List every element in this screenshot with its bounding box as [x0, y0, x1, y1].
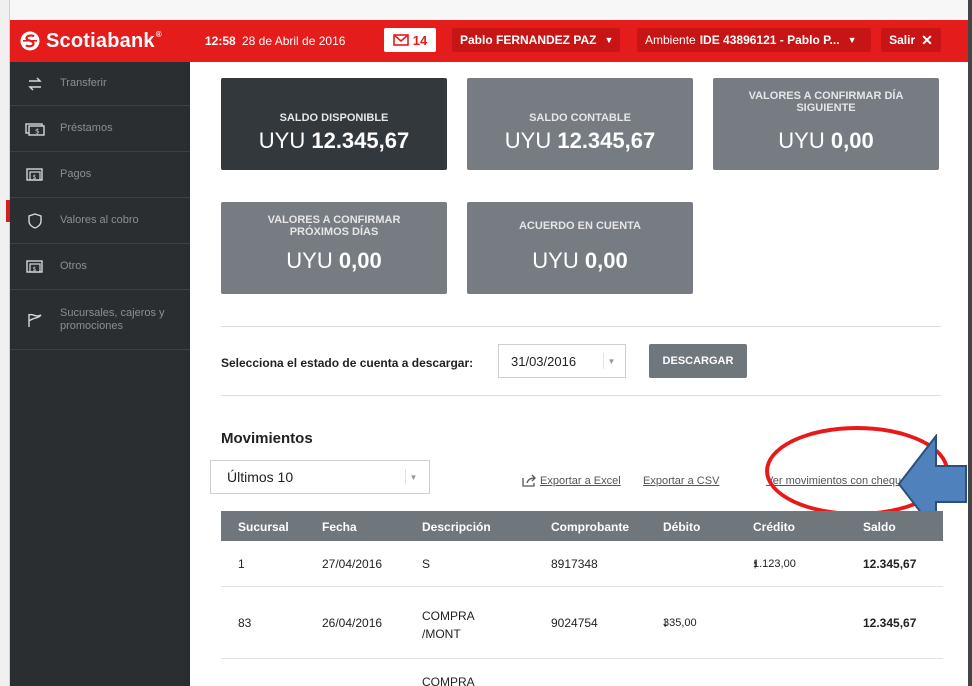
table-row[interactable]: 83 26/04/2016 COMPRA /MONT 9024754 🠗 335,… — [221, 587, 943, 659]
sidebar-item-label: Valores al cobro — [60, 214, 139, 226]
messages-button[interactable]: 14 — [384, 28, 436, 52]
section-divider — [221, 326, 941, 327]
card-value: UYU 0,00 — [778, 128, 874, 153]
movements-range-select[interactable]: Últimos 10 ▼ — [210, 460, 430, 494]
card-value: UYU 12.345,67 — [504, 128, 656, 153]
sidebar-item-otros[interactable]: $ Otros — [10, 244, 190, 290]
shield-icon — [10, 212, 60, 229]
svg-text:$: $ — [35, 127, 39, 135]
card-value: UYU 12.345,67 — [258, 128, 410, 153]
section-divider — [221, 395, 941, 396]
balance-card-dia-siguiente: VALORES A CONFIRMAR DÍA SIGUIENTE UYU 0,… — [713, 78, 939, 170]
user-name: Pablo FERNANDEZ PAZ — [460, 33, 597, 47]
chevron-down-icon: ▼ — [603, 353, 619, 369]
chevron-down-icon: ▼ — [405, 469, 421, 485]
bill-payment-icon: $ — [10, 167, 60, 182]
left-window-edge — [0, 0, 10, 686]
sidebar-item-label: Pagos — [60, 168, 92, 180]
close-icon: ✕ — [921, 31, 933, 48]
transfer-arrows-icon — [10, 76, 60, 91]
cell-descripcion: S — [422, 557, 431, 571]
header-time: 12:58 — [205, 34, 236, 48]
sidebar-item-valores-al-cobro[interactable]: Valores al cobro — [10, 198, 190, 244]
cell-comprobante: 9024754 — [551, 616, 598, 630]
card-title: VALORES A CONFIRMAR DÍA SIGUIENTE — [748, 90, 904, 114]
sidebar-item-transferir[interactable]: Transferir — [10, 62, 190, 106]
column-header: Comprobante — [551, 520, 629, 534]
cell-saldo: 12.345,67 — [863, 557, 917, 571]
balance-card-acuerdo: ACUERDO EN CUENTA UYU 0,00 — [467, 202, 693, 294]
sidebar-item-label: Sucursales, cajeros y promociones — [60, 306, 165, 332]
brand-registered-mark: ® — [155, 29, 162, 39]
svg-text:$: $ — [33, 266, 37, 273]
loan-money-icon: $ — [10, 122, 60, 136]
brand-name: Scotiabank® — [46, 29, 162, 52]
column-header: Fecha — [322, 520, 357, 534]
statement-label: Selecciona el estado de cuenta a descarg… — [221, 356, 474, 370]
balance-card-contable: SALDO CONTABLE UYU 12.345,67 — [467, 78, 693, 170]
svg-text:$: $ — [33, 174, 37, 181]
cell-descripcion: COMPRA /MONT — [422, 609, 475, 641]
card-value: UYU 0,00 — [286, 248, 382, 273]
envelope-icon — [392, 34, 409, 46]
caret-down-icon: ▼ — [604, 35, 614, 45]
column-header: Saldo — [863, 520, 896, 534]
column-header: Descripción — [422, 520, 491, 534]
balance-card-disponible: SALDO DISPONIBLE UYU 12.345,67 — [221, 78, 447, 170]
card-title: VALORES A CONFIRMAR PRÓXIMOS DÍAS — [267, 214, 401, 238]
movements-title: Movimientos — [221, 430, 313, 447]
main-content: SALDO DISPONIBLE UYU 12.345,67 SALDO CON… — [190, 62, 968, 686]
messages-count: 14 — [412, 32, 428, 48]
brand-logo[interactable]: Scotiabank® — [20, 30, 162, 52]
cell-descripcion: COMPRA — [422, 675, 475, 686]
environment-prefix: Ambiente — [645, 33, 696, 47]
user-menu-button[interactable]: Pablo FERNANDEZ PAZ ▼ — [452, 28, 620, 52]
top-header: Scotiabank® 12:58 28 de Abril de 2016 14… — [10, 20, 968, 62]
top-strip — [10, 0, 968, 20]
cell-fecha: 27/04/2016 — [322, 557, 383, 571]
cell-saldo: 12.345,67 — [863, 616, 917, 630]
cell-fecha: 26/04/2016 — [322, 616, 383, 630]
export-csv-link[interactable]: Exportar a CSV — [643, 475, 744, 487]
table-row[interactable]: COMPRA — [221, 659, 943, 686]
balance-card-proximos-dias: VALORES A CONFIRMAR PRÓXIMOS DÍAS UYU 0,… — [221, 202, 447, 294]
card-value: UYU 0,00 — [532, 248, 628, 273]
sidebar: Transferir $ Préstamos $ Pagos Valores a… — [10, 62, 190, 686]
statement-date-value: 31/03/2016 — [511, 353, 577, 369]
column-header: Sucursal — [238, 520, 289, 534]
export-icon — [522, 474, 536, 487]
statement-date-select[interactable]: 31/03/2016 ▼ — [498, 344, 626, 378]
environment-menu-button[interactable]: Ambiente IDE 43896121 - Pablo P... ▼ — [637, 28, 871, 52]
card-title: SALDO DISPONIBLE — [279, 112, 389, 124]
cell-sucursal: 1 — [238, 557, 245, 571]
card-title: SALDO CONTABLE — [529, 112, 631, 124]
movements-range-value: Últimos 10 — [227, 469, 294, 485]
column-header: Débito — [663, 520, 701, 534]
sidebar-item-label: Préstamos — [60, 122, 113, 134]
table-row[interactable]: 1 27/04/2016 S 8917348 🠕 1.123,00 12.345,… — [221, 541, 943, 587]
cell-comprobante: 8917348 — [551, 557, 598, 571]
cell-sucursal: 83 — [238, 616, 252, 630]
sidebar-item-prestamos[interactable]: $ Préstamos — [10, 106, 190, 152]
header-date: 28 de Abril de 2016 — [242, 34, 346, 48]
export-excel-link[interactable]: Exportar a Excel — [540, 475, 621, 487]
sidebar-item-sucursales[interactable]: Sucursales, cajeros y promociones — [10, 290, 190, 350]
sidebar-item-pagos[interactable]: $ Pagos — [10, 152, 190, 198]
column-header: Crédito — [753, 520, 795, 534]
money-bill-icon: $ — [10, 259, 60, 274]
card-title: ACUERDO EN CUENTA — [518, 220, 642, 232]
sidebar-item-label: Otros — [60, 260, 87, 272]
flag-icon — [10, 312, 60, 328]
scotiabank-logo-icon — [20, 31, 40, 51]
download-button[interactable]: DESCARGAR — [649, 344, 747, 378]
table-header: Sucursal Fecha Descripción Comprobante D… — [221, 511, 943, 541]
caret-down-icon: ▼ — [847, 35, 857, 45]
right-window-edge — [968, 0, 972, 686]
movements-table: Sucursal Fecha Descripción Comprobante D… — [221, 511, 943, 686]
logout-button[interactable]: Salir ✕ — [881, 28, 941, 52]
logout-label: Salir — [889, 33, 916, 47]
sidebar-item-label: Transferir — [60, 77, 107, 89]
page: Scotiabank® 12:58 28 de Abril de 2016 14… — [0, 0, 972, 686]
environment-value: IDE 43896121 - Pablo P... — [699, 33, 840, 47]
